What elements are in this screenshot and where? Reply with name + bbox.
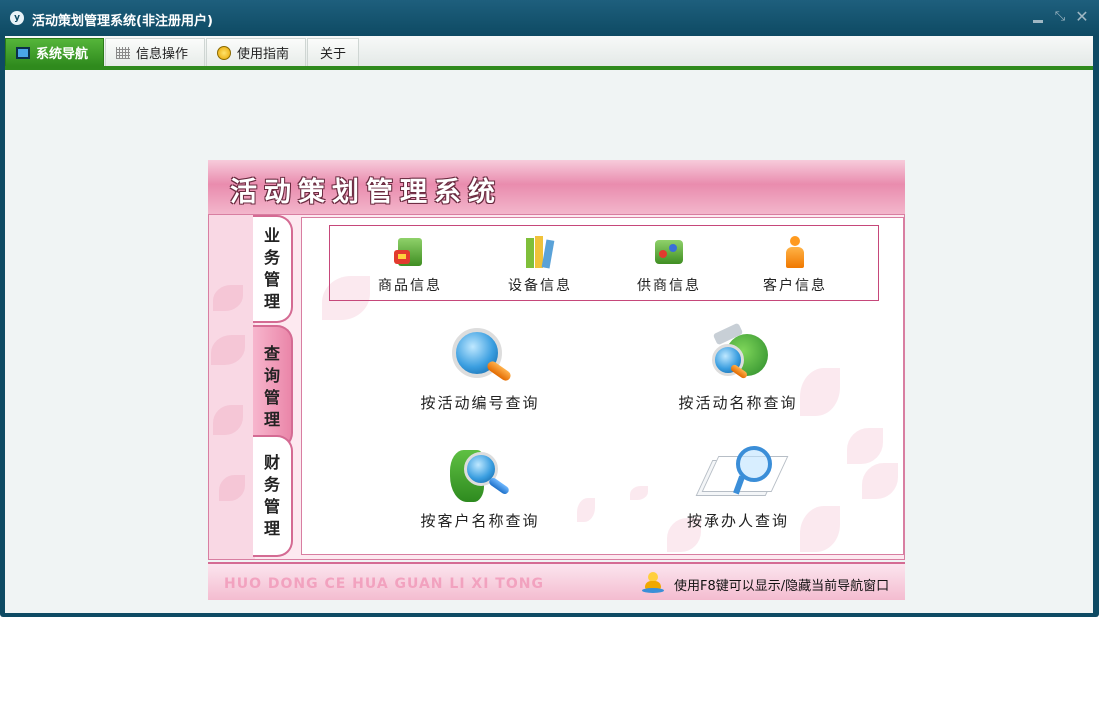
goods-info-button[interactable]: 商品信息 <box>355 234 465 295</box>
query-label: 按客户名称查询 <box>420 512 540 530</box>
side-tab-char: 管 <box>263 270 280 289</box>
tab-about[interactable]: 关于 <box>307 38 359 66</box>
business-items-box: 商品信息 设备信息 供商信息 客户信息 <box>329 225 879 301</box>
title-bar[interactable]: y 活动策划管理系统(非注册用户) ⤡ ✕ <box>0 0 1099 36</box>
side-tab-char: 理 <box>263 410 280 429</box>
globe-search-icon <box>700 322 776 386</box>
side-tab-char: 务 <box>263 248 280 267</box>
monitor-icon <box>16 46 30 59</box>
tab-label: 使用指南 <box>237 47 290 62</box>
window-title: 活动策划管理系统(非注册用户) <box>32 14 213 29</box>
customer-info-button[interactable]: 客户信息 <box>740 234 850 295</box>
side-tab-business[interactable]: 业 务 管 理 <box>253 215 293 323</box>
side-tab-char: 业 <box>263 226 280 245</box>
query-by-customer-name-button[interactable]: 按客户名称查询 <box>380 446 580 531</box>
navigation-panel: 活动策划管理系统 业 务 管 理 查 询 管 理 财 务 管 理 商品信息 设备… <box>208 160 905 600</box>
banner: 活动策划管理系统 <box>208 160 905 214</box>
customer-info-label: 客户信息 <box>763 278 827 294</box>
magnifier-icon <box>442 328 518 386</box>
query-panel: 商品信息 设备信息 供商信息 客户信息 按活动编号查询 按活动名称查询 按客户名… <box>301 217 904 555</box>
restore-icon[interactable]: ⤡ <box>1052 9 1068 25</box>
left-strip <box>209 215 255 559</box>
equipment-info-button[interactable]: 设备信息 <box>485 234 595 295</box>
decor-leaf <box>213 405 243 435</box>
document-search-icon <box>695 446 789 504</box>
map-search-icon <box>442 446 518 504</box>
menu-bar: 系统导航 信息操作 使用指南 关于 <box>5 36 1093 66</box>
goods-info-label: 商品信息 <box>378 278 442 294</box>
tab-label: 关于 <box>319 47 346 62</box>
side-tab-query[interactable]: 查 询 管 理 <box>253 325 293 449</box>
banner-title: 活动策划管理系统 <box>230 177 502 208</box>
side-tab-char: 务 <box>263 475 280 494</box>
tab-label: 信息操作 <box>136 47 189 62</box>
query-label: 按承办人查询 <box>686 512 789 530</box>
panel-footer: HUO DONG CE HUA GUAN LI XI TONG 使用F8键可以显… <box>208 562 905 600</box>
user-tip-icon <box>642 572 664 594</box>
side-tab-char: 管 <box>263 388 280 407</box>
side-tab-char: 理 <box>263 519 280 538</box>
query-by-activity-name-button[interactable]: 按活动名称查询 <box>638 322 838 413</box>
goods-icon <box>392 234 428 270</box>
customer-icon <box>777 234 813 270</box>
side-tab-finance[interactable]: 财 务 管 理 <box>253 435 293 557</box>
footer-hint: 使用F8键可以显示/隐藏当前导航窗口 <box>674 579 890 594</box>
supplier-info-button[interactable]: 供商信息 <box>614 234 724 295</box>
side-tab-char: 财 <box>263 453 280 472</box>
tab-system-navigation[interactable]: 系统导航 <box>5 38 104 66</box>
supplier-info-label: 供商信息 <box>637 278 701 294</box>
side-tab-char: 查 <box>263 344 280 363</box>
decor-leaf <box>211 335 245 365</box>
close-icon[interactable]: ✕ <box>1074 9 1090 25</box>
side-tab-char: 管 <box>263 497 280 516</box>
supplier-icon <box>651 234 687 270</box>
app-icon: y <box>10 11 24 25</box>
tab-info-operations[interactable]: 信息操作 <box>105 38 205 66</box>
tab-user-guide[interactable]: 使用指南 <box>206 38 306 66</box>
query-by-activity-number-button[interactable]: 按活动编号查询 <box>380 328 580 413</box>
side-tab-char: 理 <box>263 292 280 311</box>
footer-latin-title: HUO DONG CE HUA GUAN LI XI TONG <box>224 576 544 592</box>
query-label: 按活动名称查询 <box>678 394 798 412</box>
equipment-info-label: 设备信息 <box>508 278 572 294</box>
decor-leaf <box>213 285 243 311</box>
decor-leaf <box>862 463 898 499</box>
decor-leaf <box>219 475 245 501</box>
decor-leaf <box>847 428 883 464</box>
tab-label: 系统导航 <box>36 47 89 62</box>
equipment-icon <box>522 234 558 270</box>
grid-icon <box>116 46 130 59</box>
guide-icon <box>217 45 231 60</box>
minimize-icon[interactable] <box>1030 9 1046 25</box>
query-label: 按活动编号查询 <box>420 394 540 412</box>
query-by-organizer-button[interactable]: 按承办人查询 <box>638 446 838 531</box>
panel-body: 业 务 管 理 查 询 管 理 财 务 管 理 商品信息 设备信息 供商信息 客… <box>208 214 905 560</box>
side-tab-char: 询 <box>263 366 280 385</box>
